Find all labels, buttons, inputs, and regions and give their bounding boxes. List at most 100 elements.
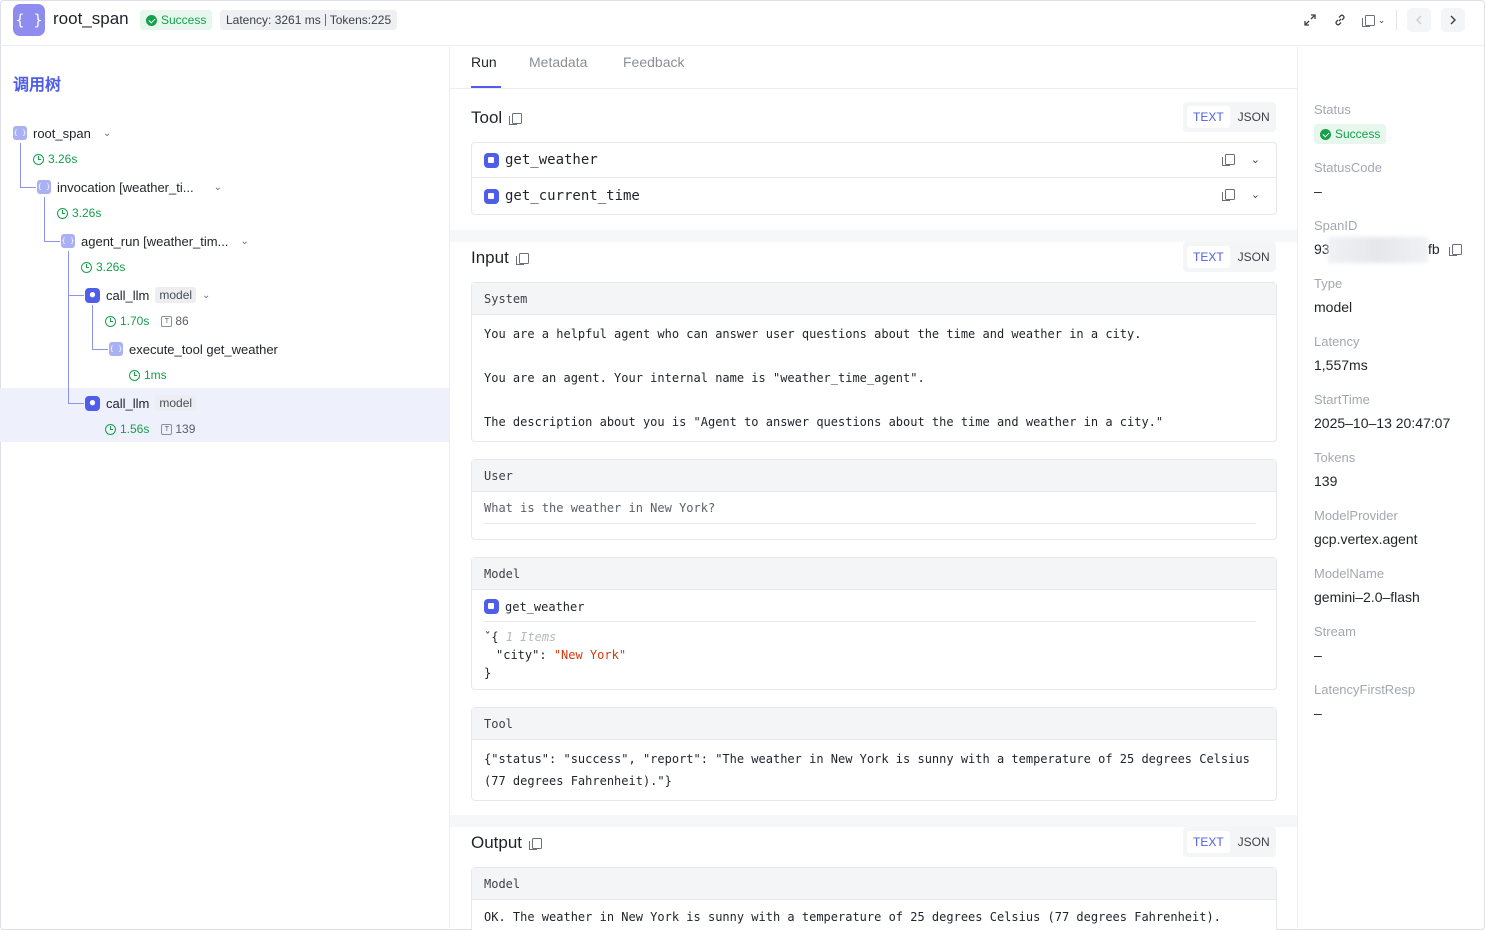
- tree-node-invocation[interactable]: { } invocation [weather_ti... ⌄: [37, 175, 222, 199]
- span-icon: { }: [13, 126, 27, 140]
- tree-title: 调用树: [13, 77, 62, 94]
- stream-label: Stream: [1314, 624, 1356, 639]
- status-badge-label: Success: [161, 13, 207, 27]
- json-entry: "city": "New York": [496, 648, 627, 662]
- clock-icon: [105, 423, 116, 435]
- tree-node-call-llm-1[interactable]: ● call_llm model ⌄: [85, 283, 210, 307]
- tree-node-meta: 3.26s: [81, 257, 125, 277]
- input-section-title: Input: [471, 248, 529, 268]
- tree-node-label: agent_run [weather_tim...: [81, 233, 229, 249]
- tool-section-title: Tool: [471, 108, 523, 128]
- user-message-card: User What is the weather in New York?: [471, 459, 1277, 540]
- copy-icon[interactable]: [529, 837, 543, 850]
- status-badge: Success: [140, 10, 213, 30]
- json-toggle-button[interactable]: JSON: [1232, 106, 1276, 128]
- tree-node-root-span[interactable]: { } root_span ⌄: [13, 121, 111, 145]
- latencyfirstresp-label: LatencyFirstResp: [1314, 682, 1416, 697]
- message-line: You are an agent. Your internal name is …: [484, 371, 925, 385]
- chevron-down-icon[interactable]: ⌄: [214, 182, 222, 193]
- type-value: model: [1314, 299, 1353, 315]
- clock-icon: [57, 207, 68, 219]
- message-line: The description about you is "Agent to a…: [484, 415, 1164, 429]
- status-value: Success: [1335, 127, 1381, 141]
- tab-run[interactable]: Run: [471, 54, 497, 70]
- chevron-down-icon[interactable]: ⌄: [202, 290, 210, 301]
- tool-name: get_current_time: [505, 188, 640, 204]
- chevron-down-icon[interactable]: ⌄: [103, 128, 111, 139]
- copy-icon[interactable]: [1221, 154, 1235, 166]
- text-toggle-button[interactable]: TEXT: [1187, 831, 1230, 853]
- copy-icon[interactable]: [515, 252, 529, 265]
- link-icon[interactable]: [1330, 9, 1350, 31]
- format-toggle: TEXT JSON: [1183, 827, 1276, 857]
- token-icon: T: [161, 423, 173, 435]
- message-line: What is the weather in New York?: [484, 501, 716, 515]
- tree-node-label: call_llm: [106, 395, 150, 411]
- modelname-value: gemini–2.0–flash: [1314, 589, 1420, 605]
- span-icon: { }: [61, 234, 75, 248]
- tree-node-agent-run[interactable]: { } agent_run [weather_tim... ⌄: [61, 229, 249, 253]
- format-toggle: TEXT JSON: [1183, 242, 1276, 272]
- json-toggle-button[interactable]: JSON: [1232, 246, 1276, 268]
- tool-icon: [484, 599, 499, 614]
- model-tag: model: [155, 287, 197, 303]
- chevron-down-icon[interactable]: ⌄: [1251, 153, 1260, 166]
- spanid-value-end: fb: [1428, 241, 1440, 257]
- tool-name: get_weather: [505, 152, 598, 168]
- text-toggle-button[interactable]: TEXT: [1187, 106, 1230, 128]
- clock-icon: [81, 261, 92, 273]
- tool-icon: [484, 188, 499, 204]
- output-model-card: Model OK. The weather in New York is sun…: [471, 867, 1277, 930]
- copy-icon[interactable]: [509, 112, 523, 125]
- span-details-panel: Status Success StatusCode – SpanID 93 fb…: [1297, 47, 1485, 930]
- text-toggle-button[interactable]: TEXT: [1187, 246, 1230, 268]
- active-tab-indicator: [471, 86, 501, 88]
- token-count: T 139: [161, 422, 195, 436]
- tab-feedback[interactable]: Feedback: [623, 54, 684, 70]
- copy-dropdown-icon[interactable]: ⌄: [1360, 9, 1386, 31]
- prev-button[interactable]: [1407, 8, 1431, 32]
- duration: 1.56s: [120, 422, 150, 436]
- page-title: root_span: [53, 9, 129, 28]
- tool-call-name: get_weather: [505, 599, 585, 614]
- tool-item[interactable]: get_weather ⌄: [471, 142, 1277, 178]
- tab-metadata[interactable]: Metadata: [529, 54, 587, 70]
- copy-icon[interactable]: [1449, 244, 1462, 256]
- tool-message-card: Tool {"status": "success", "report": "Th…: [471, 707, 1277, 801]
- starttime-label: StartTime: [1314, 392, 1370, 407]
- tree-node-call-llm-2[interactable]: ● call_llm model: [85, 391, 197, 415]
- modelname-label: ModelName: [1314, 566, 1385, 581]
- json-toggle-button[interactable]: JSON: [1232, 831, 1276, 853]
- duration: 3.26s: [48, 152, 78, 166]
- tokens-label: Tokens: [1314, 450, 1356, 465]
- expand-icon[interactable]: [1300, 9, 1320, 31]
- output-section-title: Output: [471, 833, 543, 853]
- format-toggle: TEXT JSON: [1183, 102, 1276, 132]
- latency-tokens-badge: Latency: 3261 ms Tokens:225: [220, 10, 398, 30]
- card-header: Model: [472, 868, 1276, 900]
- card-header: System: [472, 283, 1276, 315]
- section-divider: [450, 230, 1297, 242]
- tool-icon: [484, 152, 499, 168]
- tool-item[interactable]: get_current_time ⌄: [471, 178, 1277, 215]
- tree-node-meta: 1ms: [129, 365, 167, 385]
- clock-icon: [129, 369, 140, 381]
- starttime-value: 2025–10–13 20:47:07: [1314, 415, 1451, 431]
- tree-node-label: execute_tool get_weather: [129, 341, 278, 357]
- detail-content: Run Metadata Feedback Tool TEXT JSON get…: [450, 47, 1297, 930]
- chevron-down-icon[interactable]: ⌄: [1251, 188, 1260, 201]
- duration: 1ms: [144, 368, 167, 382]
- header-actions: ⌄: [1300, 8, 1465, 32]
- spanid-redacted: [1328, 237, 1428, 263]
- tree-node-execute-tool[interactable]: { } execute_tool get_weather: [109, 337, 278, 361]
- message-line: OK. The weather in New York is sunny wit…: [484, 910, 1221, 924]
- token-count: T 86: [161, 314, 189, 328]
- duration: 1.70s: [120, 314, 150, 328]
- copy-icon[interactable]: [1221, 189, 1235, 201]
- tree-node-label: call_llm: [106, 287, 150, 303]
- span-icon: { }: [37, 180, 51, 194]
- chevron-down-icon[interactable]: ⌄: [240, 236, 248, 247]
- span-logo-icon: { }: [13, 4, 45, 36]
- next-button[interactable]: [1441, 8, 1465, 32]
- tool-call: get_weather: [484, 599, 584, 614]
